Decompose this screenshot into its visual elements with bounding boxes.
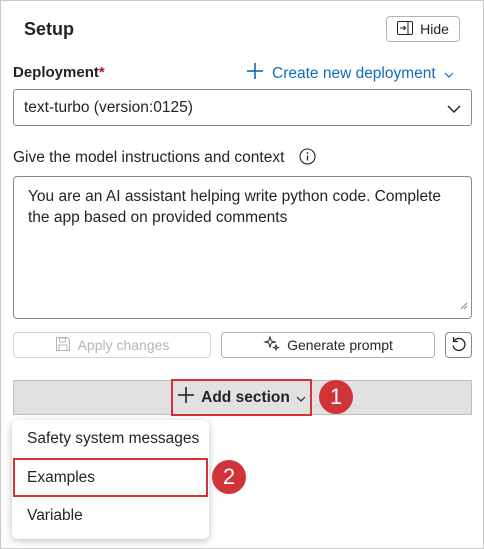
save-icon	[55, 336, 71, 355]
instructions-label: Give the model instructions and context	[13, 149, 285, 166]
required-mark: *	[98, 64, 105, 81]
info-icon[interactable]	[299, 148, 316, 170]
apply-changes-button[interactable]: Apply changes	[13, 332, 211, 358]
add-section-button[interactable]: Add section	[171, 379, 312, 416]
deployment-label: Deployment*	[13, 64, 105, 81]
panel-title: Setup	[24, 19, 75, 39]
instructions-text: You are an AI assistant helping write py…	[28, 188, 442, 226]
callout-badge-2: 2	[212, 460, 246, 494]
reset-button[interactable]	[445, 332, 472, 358]
add-section-label: Add section	[201, 388, 290, 406]
instructions-textarea[interactable]: You are an AI assistant helping write py…	[13, 176, 472, 319]
menu-item-variable[interactable]: Variable	[12, 497, 209, 535]
panel-collapse-icon	[397, 20, 414, 38]
examples-highlight-box	[13, 458, 208, 497]
apply-changes-label: Apply changes	[77, 337, 170, 353]
chevron-down-icon	[296, 389, 306, 407]
hide-label: Hide	[420, 21, 449, 37]
sparkle-icon	[263, 335, 281, 355]
deployment-select[interactable]: text-turbo (version:0125)	[13, 89, 472, 126]
chevron-down-icon	[447, 101, 461, 119]
callout-badge-1: 1	[319, 380, 353, 414]
deployment-selected-value: text-turbo (version:0125)	[24, 99, 193, 116]
create-deployment-link[interactable]: Create new deployment	[246, 62, 454, 85]
generate-prompt-button[interactable]: Generate prompt	[221, 332, 435, 358]
generate-prompt-label: Generate prompt	[287, 337, 393, 353]
plus-icon	[177, 386, 195, 409]
undo-icon	[450, 335, 468, 356]
create-deployment-label: Create new deployment	[272, 64, 436, 82]
plus-icon	[246, 62, 264, 85]
chevron-down-icon	[444, 65, 454, 83]
menu-item-safety-system-messages[interactable]: Safety system messages	[12, 420, 209, 458]
resize-handle-icon[interactable]	[460, 297, 468, 315]
hide-button[interactable]: Hide	[386, 16, 460, 42]
